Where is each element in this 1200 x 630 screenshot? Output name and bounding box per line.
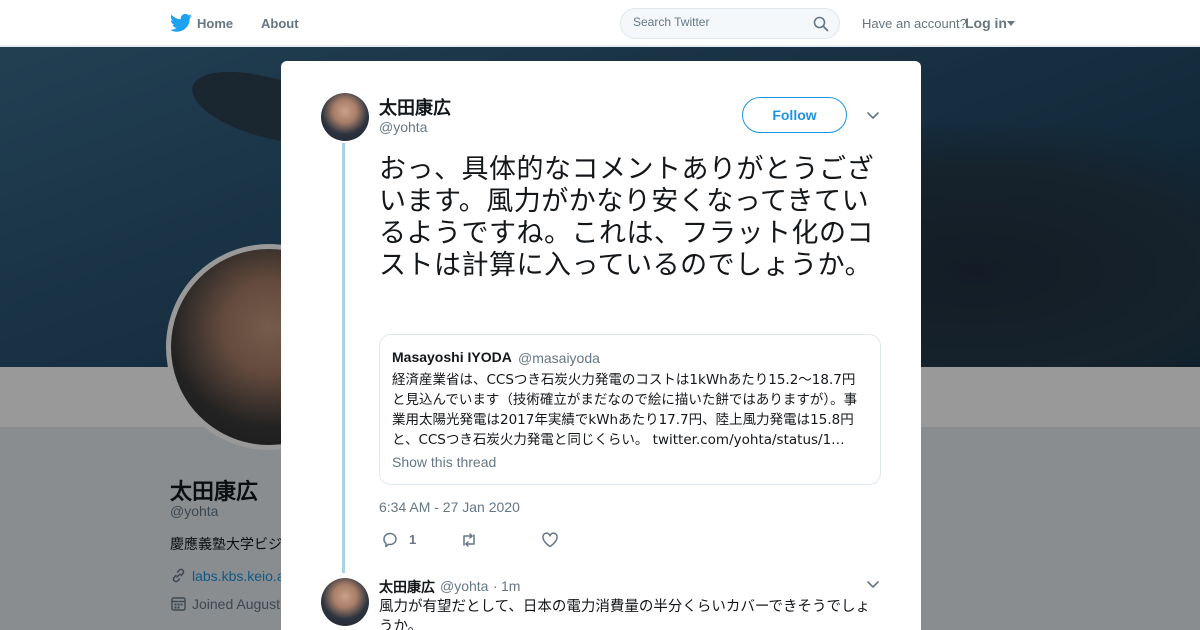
search-icon[interactable] [813, 16, 829, 32]
reply-icon[interactable] [381, 531, 399, 549]
show-thread-link[interactable]: Show this thread [392, 454, 496, 470]
reply-chevron-down-icon[interactable] [865, 577, 881, 593]
reply-tweet-text: 風力が有望だとして、日本の電力消費量の半分くらいカバーできそうでしょうか。 [379, 599, 870, 630]
chevron-down-icon[interactable] [865, 108, 881, 124]
twitter-bird-icon[interactable] [170, 13, 192, 33]
nav-home-link[interactable]: Home [197, 16, 233, 31]
tweet-text: おっ、具体的なコメントありがとうございます。風力がかなり安くなってきているようで… [379, 154, 874, 281]
reply-timestamp[interactable]: 1m [501, 578, 520, 594]
tweet-timestamp[interactable]: 6:34 AM - 27 Jan 2020 [379, 499, 520, 515]
tweet-author-name[interactable]: 太田康広 [379, 94, 451, 120]
reply-count: 1 [409, 532, 417, 547]
reply-separator: · [493, 578, 498, 594]
login-link[interactable]: Log in [965, 15, 1007, 31]
reply-author-handle[interactable]: @yohta [440, 578, 488, 594]
follow-button[interactable]: Follow [742, 97, 847, 133]
retweet-icon[interactable] [460, 531, 478, 549]
search-input[interactable] [633, 15, 803, 29]
tweet-modal: 太田康広 @yohta Follow おっ、具体的なコメントありがとうございます… [281, 61, 921, 630]
top-nav-bar: Home About Have an account? Log in [0, 0, 1200, 46]
reply-author-name[interactable]: 太田康広 [379, 577, 435, 597]
thread-connector-line [342, 143, 345, 573]
tweet-author-handle[interactable]: @yohta [379, 119, 427, 135]
quoted-tweet-text: 経済産業省は、CCSつき石炭火力発電のコストは1kWhあたり15.2～18.7円… [392, 372, 858, 448]
login-dropdown-icon[interactable] [1007, 21, 1015, 26]
quoted-tweet-card[interactable]: Masayoshi IYODA @masaiyoda 経済産業省は、CCSつき石… [379, 334, 881, 485]
reply-author-avatar[interactable] [321, 578, 369, 626]
have-account-text: Have an account? [862, 16, 967, 31]
heart-icon[interactable] [541, 531, 559, 549]
quoted-author-handle: @masaiyoda [518, 350, 600, 366]
close-icon[interactable] [1155, 13, 1177, 35]
quoted-author-name: Masayoshi IYODA [392, 349, 512, 365]
tweet-author-avatar[interactable] [321, 93, 369, 141]
search-box[interactable] [620, 8, 840, 39]
nav-about-link[interactable]: About [261, 16, 299, 31]
